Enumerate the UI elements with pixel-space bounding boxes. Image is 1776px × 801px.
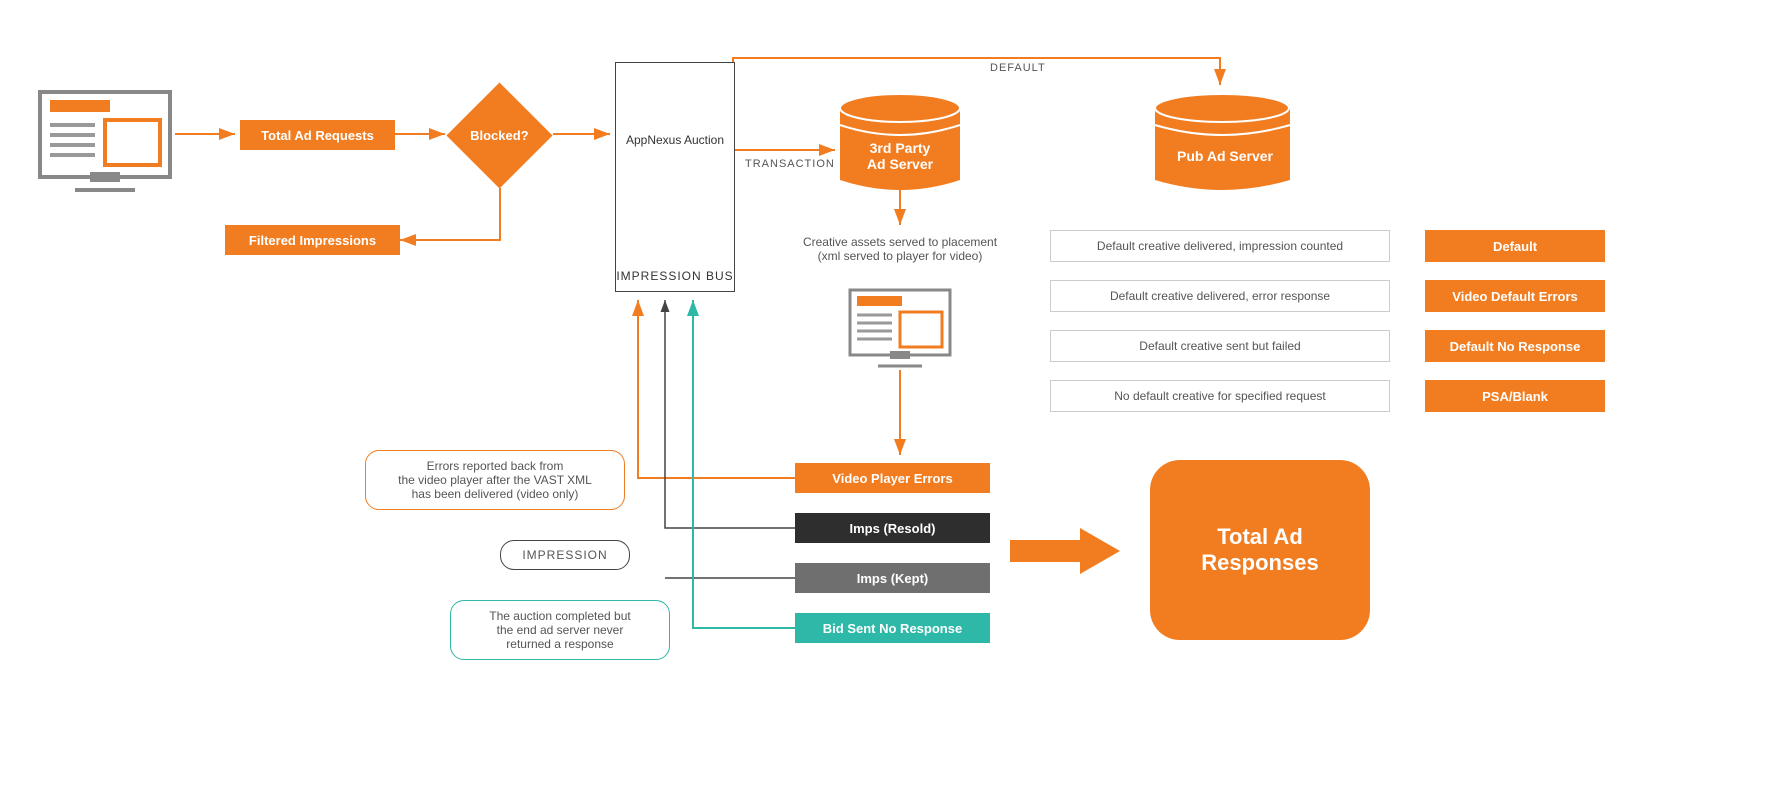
pub-row-1: Default creative delivered, error respon… bbox=[1050, 280, 1390, 312]
node-impression-bus: AppNexus Auction IMPRESSION BUS bbox=[615, 62, 735, 292]
monitor-icon bbox=[40, 92, 170, 190]
edge-label-transaction: TRANSACTION bbox=[745, 158, 835, 170]
cylinder-pub-icon bbox=[1155, 94, 1290, 190]
node-filtered-impressions: Filtered Impressions bbox=[225, 225, 400, 255]
label-creative-assets: Creative assets served to placement (xml… bbox=[785, 235, 1015, 263]
pub-row-2: Default creative sent but failed bbox=[1050, 330, 1390, 362]
pub-tag-0: Default bbox=[1425, 230, 1605, 262]
node-imps-kept: Imps (Kept) bbox=[795, 563, 990, 593]
node-video-player-errors: Video Player Errors bbox=[795, 463, 990, 493]
monitor-icon-small bbox=[850, 290, 950, 366]
big-arrow-icon bbox=[1010, 528, 1120, 574]
pub-tag-3: PSA/Blank bbox=[1425, 380, 1605, 412]
node-total-ad-requests: Total Ad Requests bbox=[240, 120, 395, 150]
callout-errors: Errors reported back from the video play… bbox=[365, 450, 625, 510]
label-pub-ad-server: Pub Ad Server bbox=[1160, 148, 1290, 164]
callout-auction: The auction completed but the end ad ser… bbox=[450, 600, 670, 660]
diagram-stage: Total Ad Requests Blocked? Filtered Impr… bbox=[0, 0, 1776, 801]
label-impression-bus: IMPRESSION BUS bbox=[616, 269, 734, 283]
pub-tag-2: Default No Response bbox=[1425, 330, 1605, 362]
node-total-ad-responses: Total Ad Responses bbox=[1150, 460, 1370, 640]
node-imps-resold: Imps (Resold) bbox=[795, 513, 990, 543]
edge-label-default: DEFAULT bbox=[990, 62, 1046, 74]
label-appnexus-auction: AppNexus Auction bbox=[616, 133, 734, 147]
node-bid-sent-no-response: Bid Sent No Response bbox=[795, 613, 990, 643]
pub-tag-1: Video Default Errors bbox=[1425, 280, 1605, 312]
pub-row-0: Default creative delivered, impression c… bbox=[1050, 230, 1390, 262]
pub-row-3: No default creative for specified reques… bbox=[1050, 380, 1390, 412]
label-3rd-party-ad-server: 3rd Party Ad Server bbox=[850, 140, 950, 172]
callout-impression: IMPRESSION bbox=[500, 540, 630, 570]
